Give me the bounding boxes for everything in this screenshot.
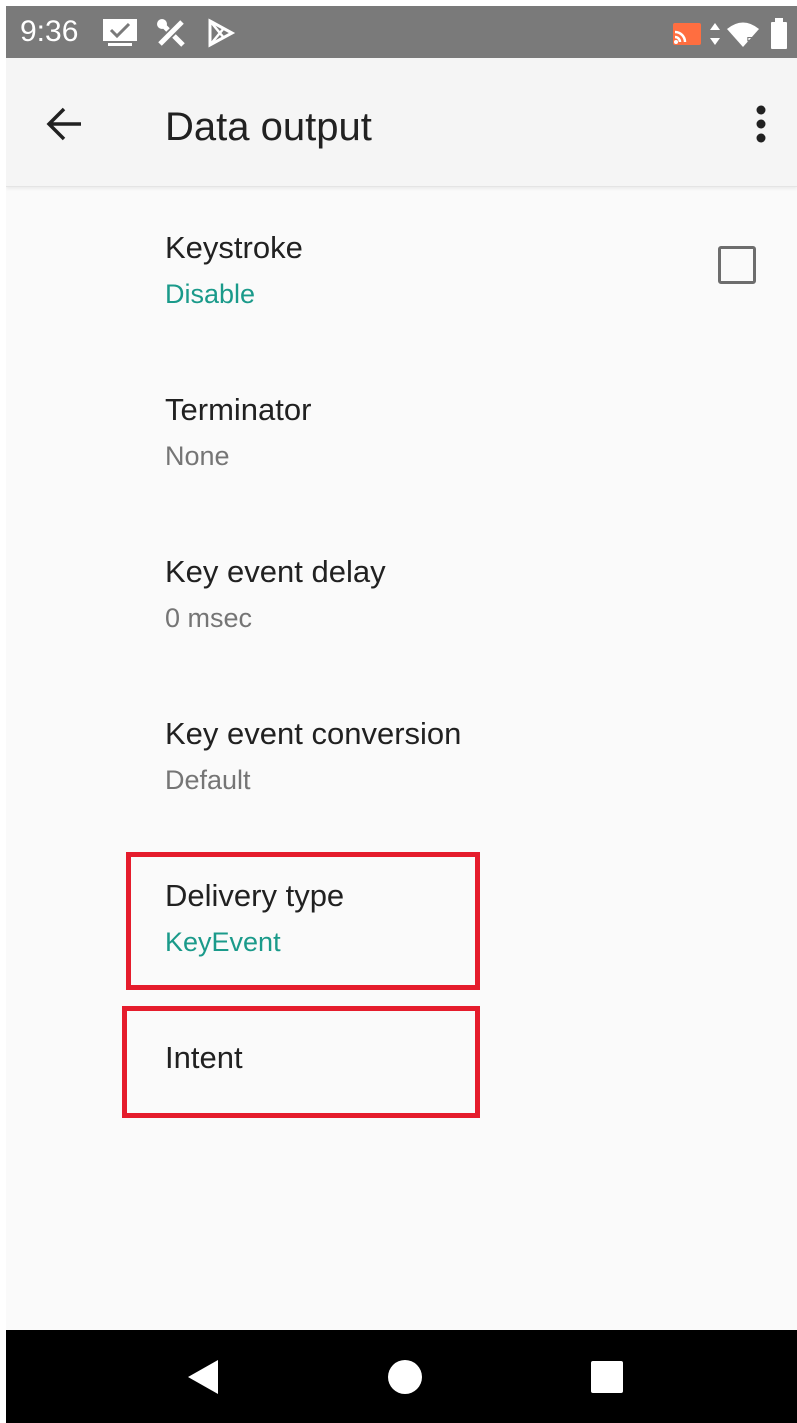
pref-title: Key event conversion	[165, 716, 462, 751]
cast-icon	[671, 22, 703, 51]
nav-back-button[interactable]	[178, 1352, 228, 1402]
recents-square-icon	[591, 1361, 623, 1393]
svg-text:5: 5	[746, 35, 754, 48]
status-time: 9:36	[20, 15, 79, 48]
pref-summary: None	[165, 441, 230, 471]
app-bar: Data output	[6, 58, 797, 187]
page-title: Data output	[165, 105, 372, 149]
pref-title: Key event delay	[165, 554, 386, 589]
pref-summary: Default	[165, 765, 251, 795]
data-arrows-icon	[709, 22, 721, 51]
nav-recents-button[interactable]	[582, 1352, 632, 1402]
arrow-back-icon	[46, 107, 81, 141]
phone-screen: 9:36 5 Data output Keystroke Disable Ter…	[6, 6, 797, 1423]
nav-home-button[interactable]	[380, 1352, 430, 1402]
wifi-icon: 5	[726, 20, 760, 53]
pref-intent[interactable]: Intent	[6, 1040, 797, 1110]
back-triangle-icon	[188, 1360, 218, 1394]
back-button[interactable]	[36, 96, 92, 152]
pref-summary: Disable	[165, 279, 256, 309]
home-circle-icon	[388, 1360, 422, 1394]
status-bar: 9:36 5	[6, 6, 797, 58]
screen-icon	[102, 18, 138, 51]
navigation-bar	[6, 1330, 797, 1423]
pref-key-event-conversion[interactable]: Key event conversion Default	[6, 716, 797, 866]
pref-title: Terminator	[165, 392, 312, 427]
pref-key-event-delay[interactable]: Key event delay 0 msec	[6, 554, 797, 704]
more-options-button[interactable]	[739, 96, 783, 152]
pref-title: Intent	[165, 1040, 243, 1075]
pref-keystroke[interactable]: Keystroke Disable	[6, 230, 797, 380]
play-store-icon	[206, 18, 236, 53]
pref-title: Keystroke	[165, 230, 303, 265]
more-vert-icon	[756, 105, 766, 143]
pref-delivery-type[interactable]: Delivery type KeyEvent	[6, 878, 797, 988]
pref-summary: 0 msec	[165, 603, 253, 633]
pref-title: Delivery type	[165, 878, 345, 913]
battery-icon	[770, 18, 788, 55]
pref-terminator[interactable]: Terminator None	[6, 392, 797, 542]
pref-summary: KeyEvent	[165, 927, 281, 957]
tools-icon	[156, 18, 188, 53]
keystroke-checkbox[interactable]	[718, 246, 756, 284]
